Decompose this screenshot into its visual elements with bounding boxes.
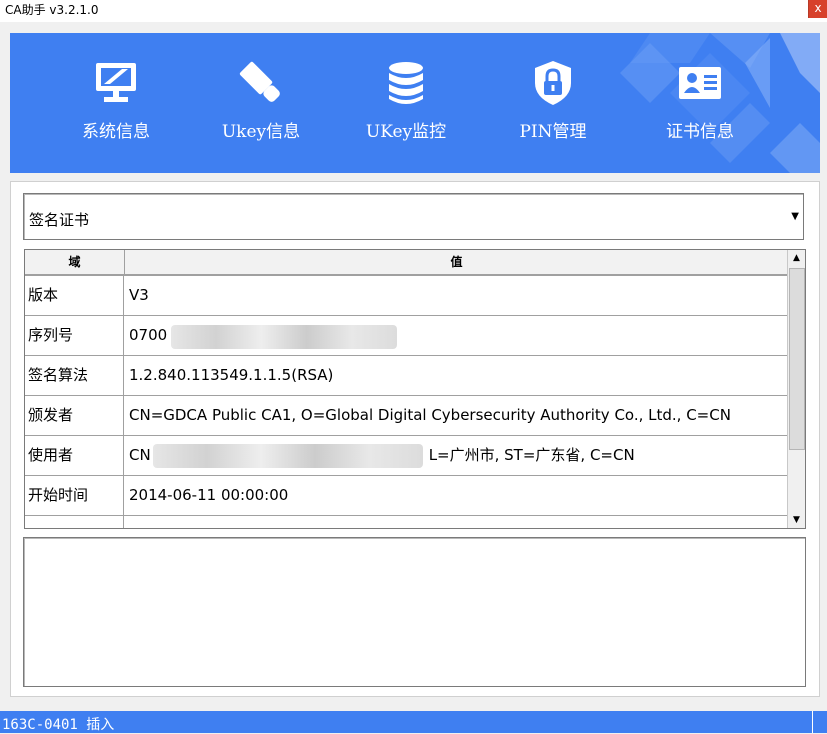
table-row[interactable]: 使用者 CN L=广州市, ST=广东省, C=CN <box>25 436 788 476</box>
table-row[interactable]: 版本 V3 <box>25 276 788 316</box>
dropdown-arrow-icon[interactable]: ▼ <box>791 211 799 222</box>
nav-system-info[interactable]: 系统信息 <box>46 33 186 173</box>
scroll-thumb[interactable] <box>789 268 805 450</box>
title-bar: CA助手 v3.2.1.0 x <box>0 0 827 22</box>
value-prefix: CN <box>129 446 151 464</box>
nav-label: PIN管理 <box>519 122 587 142</box>
table-row[interactable]: 开始时间 2014-06-11 00:00:00 <box>25 476 788 516</box>
nav-pin-management[interactable]: PIN管理 <box>483 33 623 173</box>
nav-label: 系统信息 <box>82 122 150 142</box>
id-card-icon <box>679 67 721 99</box>
redacted-region <box>153 444 423 468</box>
table-row[interactable]: 签名算法 1.2.840.113549.1.1.5(RSA) <box>25 356 788 396</box>
lock-shield-icon <box>535 61 571 105</box>
window-title: CA助手 v3.2.1.0 <box>5 3 99 17</box>
scroll-up-icon[interactable]: ▲ <box>789 250 804 266</box>
value-suffix: L=广州市, ST=广东省, C=CN <box>428 446 635 464</box>
table-header: 域 值 <box>25 250 788 276</box>
certificate-details-table[interactable]: 域 值 版本 V3 序列号 0700 签名算法 1.2.840.113549.1… <box>24 249 806 529</box>
nav-label: 证书信息 <box>666 122 734 142</box>
vertical-scrollbar[interactable]: ▲ ▼ <box>787 250 805 528</box>
nav-cert-info[interactable]: 证书信息 <box>630 33 770 173</box>
nav-label: UKey监控 <box>365 122 447 142</box>
monitor-icon <box>96 63 136 102</box>
table-row[interactable]: 颁发者 CN=GDCA Public CA1, O=Global Digital… <box>25 396 788 436</box>
status-text: 163C-0401 插入 <box>2 717 115 733</box>
usb-key-icon <box>239 61 280 102</box>
table-row-partial[interactable] <box>25 516 788 528</box>
select-value: 签名证书 <box>29 211 90 229</box>
column-header-value[interactable]: 值 <box>125 250 788 274</box>
row-field: 签名算法 <box>25 356 124 395</box>
column-header-field[interactable]: 域 <box>25 250 125 274</box>
status-bar: 163C-0401 插入 <box>0 711 827 733</box>
details-text-area[interactable] <box>23 537 806 687</box>
row-value: 1.2.840.113549.1.1.5(RSA) <box>129 366 334 384</box>
redacted-region <box>171 325 397 349</box>
nav-label: Ukey信息 <box>221 122 301 142</box>
row-field <box>25 516 124 528</box>
row-value: 2014-06-11 00:00:00 <box>129 486 289 504</box>
row-value: V3 <box>129 286 149 304</box>
certificate-type-select[interactable]: 签名证书 ▼ <box>23 193 804 240</box>
close-button[interactable]: x <box>808 0 827 18</box>
resize-grip[interactable] <box>812 711 827 733</box>
nav-banner: 系统信息 Ukey信息 UKey监控 PIN管理 证书信息 <box>10 33 820 173</box>
scroll-down-icon[interactable]: ▼ <box>789 512 804 528</box>
row-field: 序列号 <box>25 316 124 355</box>
row-field: 使用者 <box>25 436 124 475</box>
row-field: 颁发者 <box>25 396 124 435</box>
row-value: 0700 <box>129 326 168 344</box>
nav-ukey-info[interactable]: Ukey信息 <box>191 33 331 173</box>
row-field: 版本 <box>25 276 124 315</box>
row-field: 开始时间 <box>25 476 124 515</box>
row-value: CN=GDCA Public CA1, O=Global Digital Cyb… <box>129 406 731 424</box>
table-row[interactable]: 序列号 0700 <box>25 316 788 356</box>
database-icon <box>389 62 423 104</box>
nav-ukey-monitor[interactable]: UKey监控 <box>336 33 476 173</box>
